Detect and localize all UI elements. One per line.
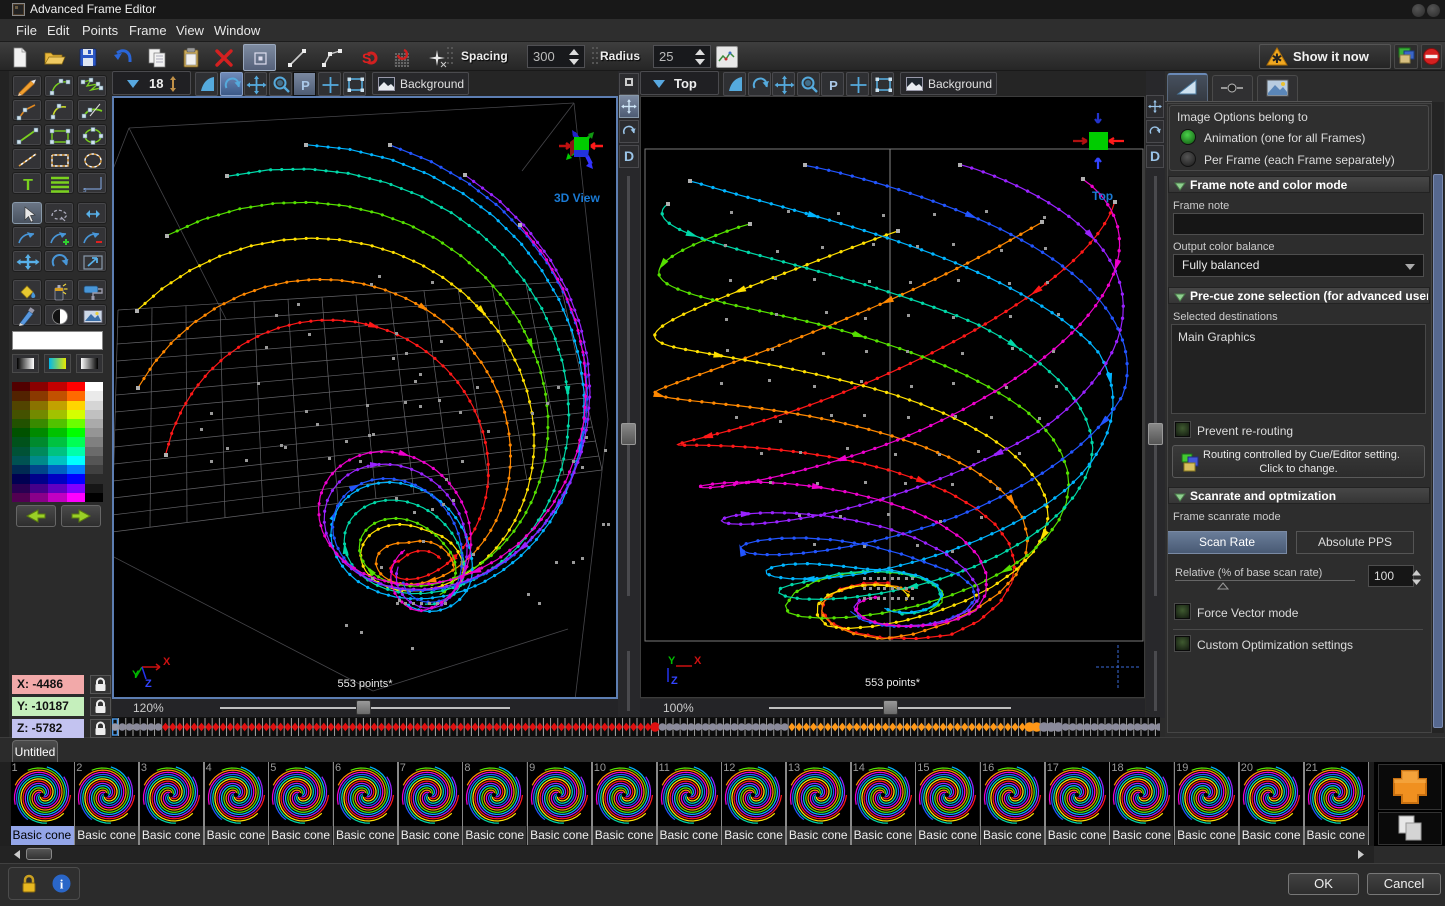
svg-text:i: i: [60, 877, 64, 892]
svg-text:✱: ✱: [1272, 51, 1283, 66]
svg-text:Y: Y: [668, 655, 676, 667]
svg-text:X: X: [163, 656, 171, 668]
svg-text:X: X: [694, 655, 702, 667]
svg-text:T: T: [23, 177, 33, 194]
svg-text:s: s: [83, 187, 87, 194]
svg-text:P: P: [829, 78, 838, 93]
svg-text:P: P: [301, 78, 310, 93]
